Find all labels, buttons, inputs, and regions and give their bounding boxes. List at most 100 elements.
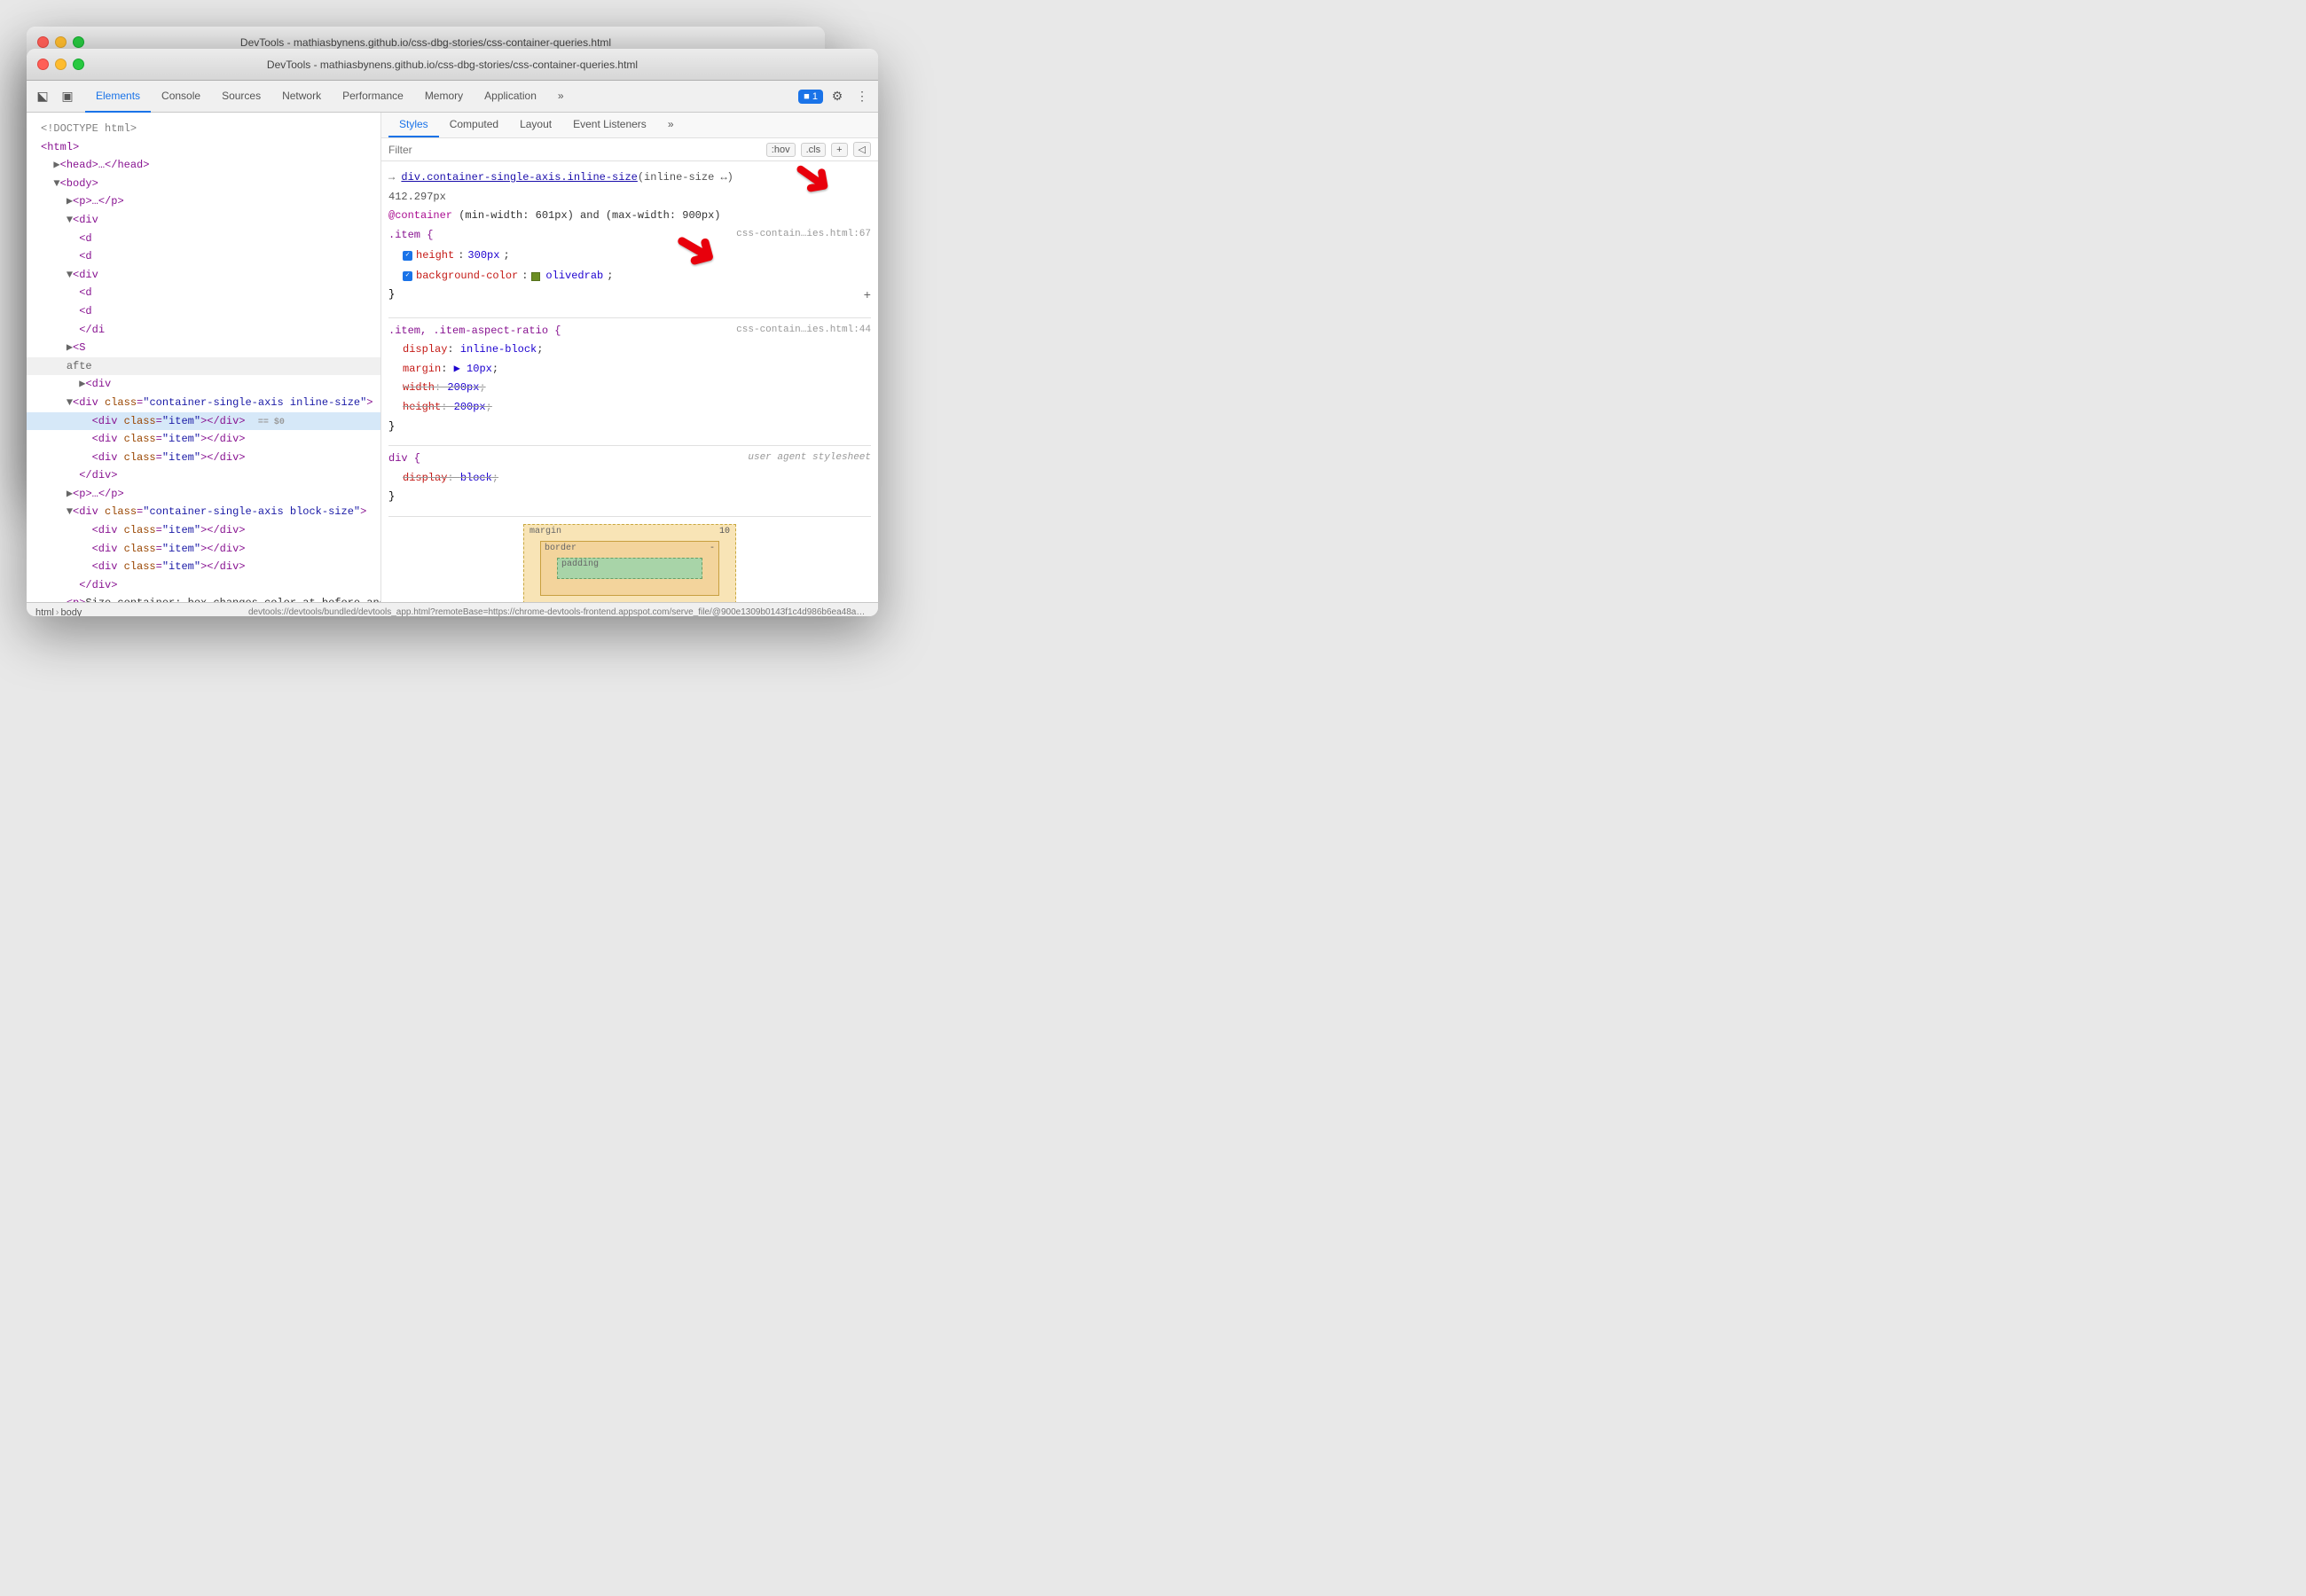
html-line[interactable]: ▶<S xyxy=(27,339,380,357)
html-line[interactable]: ▼<div class="container-single-axis block… xyxy=(27,503,380,521)
close-button-2[interactable] xyxy=(37,59,49,70)
status-breadcrumb-html[interactable]: html xyxy=(35,607,54,617)
css-selector-item: .item, .item-aspect-ratio { css-contain…… xyxy=(388,322,871,341)
style-tab-layout-2[interactable]: Layout xyxy=(509,113,562,137)
filter-input-2[interactable] xyxy=(388,144,759,156)
tab-elements-2[interactable]: Elements xyxy=(85,81,151,113)
status-breadcrumb-body[interactable]: body xyxy=(60,607,82,617)
devtools-tabs-2: ⬕ ▣ Elements Console Sources Network Per… xyxy=(27,81,878,113)
cursor-icon-2[interactable]: ⬕ xyxy=(32,86,53,107)
html-line[interactable]: ▶<p>…</p> xyxy=(27,192,380,211)
box-model-border: border - padding xyxy=(540,541,719,596)
css-block-close-3: } xyxy=(388,488,871,507)
divider-1 xyxy=(388,317,871,318)
cls-btn-2[interactable]: .cls xyxy=(801,143,827,157)
close-button-1[interactable] xyxy=(37,36,49,48)
devtools-body-2: <!DOCTYPE html> <html> ▶<head>…</head> ▼… xyxy=(27,113,878,616)
css-selector-div: div { user agent stylesheet xyxy=(388,450,871,469)
css-selector-with-badge: → div.container-single-axis.inline-size(… xyxy=(388,168,871,188)
gear-icon-2[interactable]: ⚙ xyxy=(827,86,848,107)
css-prop-bgcolor: ✓ background-color: olivedrab; xyxy=(388,265,871,286)
html-line[interactable]: <div class="item"></div> xyxy=(27,430,380,449)
tab-memory-2[interactable]: Memory xyxy=(414,81,474,113)
html-line[interactable]: <p>Size container: box changes color at … xyxy=(27,594,380,602)
html-line[interactable]: </div> xyxy=(27,466,380,485)
devtools-window-2: DevTools - mathiasbynens.github.io/css-d… xyxy=(27,49,878,616)
css-prop-width-strike: width: 200px; xyxy=(388,379,871,398)
title-bar-2: DevTools - mathiasbynens.github.io/css-d… xyxy=(27,49,878,81)
window-title-2: DevTools - mathiasbynens.github.io/css-d… xyxy=(267,59,638,71)
status-url: devtools://devtools/bundled/devtools_app… xyxy=(248,607,869,616)
html-line[interactable]: <html> xyxy=(27,138,380,157)
minimize-button-2[interactable] xyxy=(55,59,67,70)
html-line[interactable]: </div> xyxy=(27,576,380,595)
css-at-rule-2: @container (min-width: 601px) and (max-w… xyxy=(388,207,871,226)
html-line-selected[interactable]: <div class="item"></div> == $0 xyxy=(27,412,380,431)
filter-actions-2: :hov .cls + ◁ xyxy=(766,142,871,157)
box-model-section: margin 10 border - padding xyxy=(388,516,871,602)
css-block-close-1: } + xyxy=(388,286,871,308)
color-swatch-olivedrab[interactable] xyxy=(531,272,540,281)
tab-more-2[interactable]: » xyxy=(547,81,575,113)
css-subtext: 412.297px xyxy=(388,188,871,207)
html-line[interactable]: </di xyxy=(27,321,380,340)
style-tab-styles-2[interactable]: Styles xyxy=(388,113,439,137)
html-line[interactable]: ▶<div xyxy=(27,375,380,394)
style-tab-eventlisteners-2[interactable]: Event Listeners xyxy=(562,113,657,137)
html-line[interactable]: ▶<p>…</p> xyxy=(27,485,380,504)
css-block-open: .item { css-contain…ies.html:67 xyxy=(388,226,871,246)
hov-btn-2[interactable]: :hov xyxy=(766,143,796,157)
box-model-visual: margin 10 border - padding xyxy=(523,524,736,602)
status-bar-2: html › body devtools://devtools/bundled/… xyxy=(27,602,878,616)
checkbox-height[interactable]: ✓ xyxy=(403,251,412,261)
styles-panel-2: Styles Computed Layout Event Listeners »… xyxy=(381,113,878,602)
close-panel-btn-2[interactable]: ◁ xyxy=(853,142,871,157)
css-block-close-2: } xyxy=(388,418,871,437)
html-line[interactable]: <div class="item"></div> xyxy=(27,540,380,559)
tab-console-2[interactable]: Console xyxy=(151,81,211,113)
html-line[interactable]: ▶<head>…</head> xyxy=(27,156,380,175)
html-line[interactable]: afte xyxy=(27,357,380,376)
maximize-button-2[interactable] xyxy=(73,59,84,70)
minimize-button-1[interactable] xyxy=(55,36,67,48)
html-line[interactable]: <d xyxy=(27,230,380,248)
tab-performance-2[interactable]: Performance xyxy=(332,81,414,113)
css-selector-link-2[interactable]: div.container-single-axis.inline-size xyxy=(401,171,637,184)
css-prop-height: ✓ height: 300px; xyxy=(388,245,871,265)
html-line[interactable]: <d xyxy=(27,247,380,266)
maximize-button-1[interactable] xyxy=(73,36,84,48)
html-line[interactable]: <d xyxy=(27,284,380,302)
html-line[interactable]: ▼<div xyxy=(27,211,380,230)
css-prop-margin: margin: ▶ 10px; xyxy=(388,360,871,379)
checkbox-bgcolor[interactable]: ✓ xyxy=(403,271,412,281)
more-icon-2[interactable]: ⋮ xyxy=(851,86,873,107)
tab-application-2[interactable]: Application xyxy=(474,81,547,113)
styles-content-2[interactable]: → div.container-single-axis.inline-size(… xyxy=(381,161,878,602)
window-controls-1 xyxy=(37,36,84,48)
html-line[interactable]: <!DOCTYPE html> xyxy=(27,120,380,138)
html-line[interactable]: ▼<div class="container-single-axis inlin… xyxy=(27,394,380,412)
divider-2 xyxy=(388,445,871,446)
box-icon-2[interactable]: ▣ xyxy=(57,86,78,107)
html-line[interactable]: ▼<div xyxy=(27,266,380,285)
html-line[interactable]: <div class="item"></div> xyxy=(27,558,380,576)
html-line[interactable]: <div class="item"></div> xyxy=(27,521,380,540)
css-prop-height-strike: height: 200px; xyxy=(388,398,871,418)
window-title-1: DevTools - mathiasbynens.github.io/css-d… xyxy=(240,36,611,49)
html-panel-2[interactable]: <!DOCTYPE html> <html> ▶<head>…</head> ▼… xyxy=(27,113,381,602)
add-btn-2[interactable]: + xyxy=(831,143,847,157)
tab-network-2[interactable]: Network xyxy=(271,81,332,113)
html-line[interactable]: ▼<body> xyxy=(27,175,380,193)
css-rule-div: div { user agent stylesheet display: blo… xyxy=(388,450,871,507)
chat-badge-2[interactable]: ■ 1 xyxy=(798,90,823,104)
styles-inner-tabs-2: Styles Computed Layout Event Listeners » xyxy=(381,113,878,138)
style-tab-more-2[interactable]: » xyxy=(657,113,685,137)
css-prop-display-strike: display: block; xyxy=(388,469,871,489)
html-line[interactable]: <div class="item"></div> xyxy=(27,449,380,467)
nav-icons-2: ⬕ ▣ xyxy=(32,86,78,107)
tab-sources-2[interactable]: Sources xyxy=(211,81,271,113)
css-rule-item: .item, .item-aspect-ratio { css-contain…… xyxy=(388,322,871,437)
style-tab-computed-2[interactable]: Computed xyxy=(439,113,509,137)
html-line[interactable]: <d xyxy=(27,302,380,321)
styles-filter-row-2: :hov .cls + ◁ xyxy=(381,138,878,161)
